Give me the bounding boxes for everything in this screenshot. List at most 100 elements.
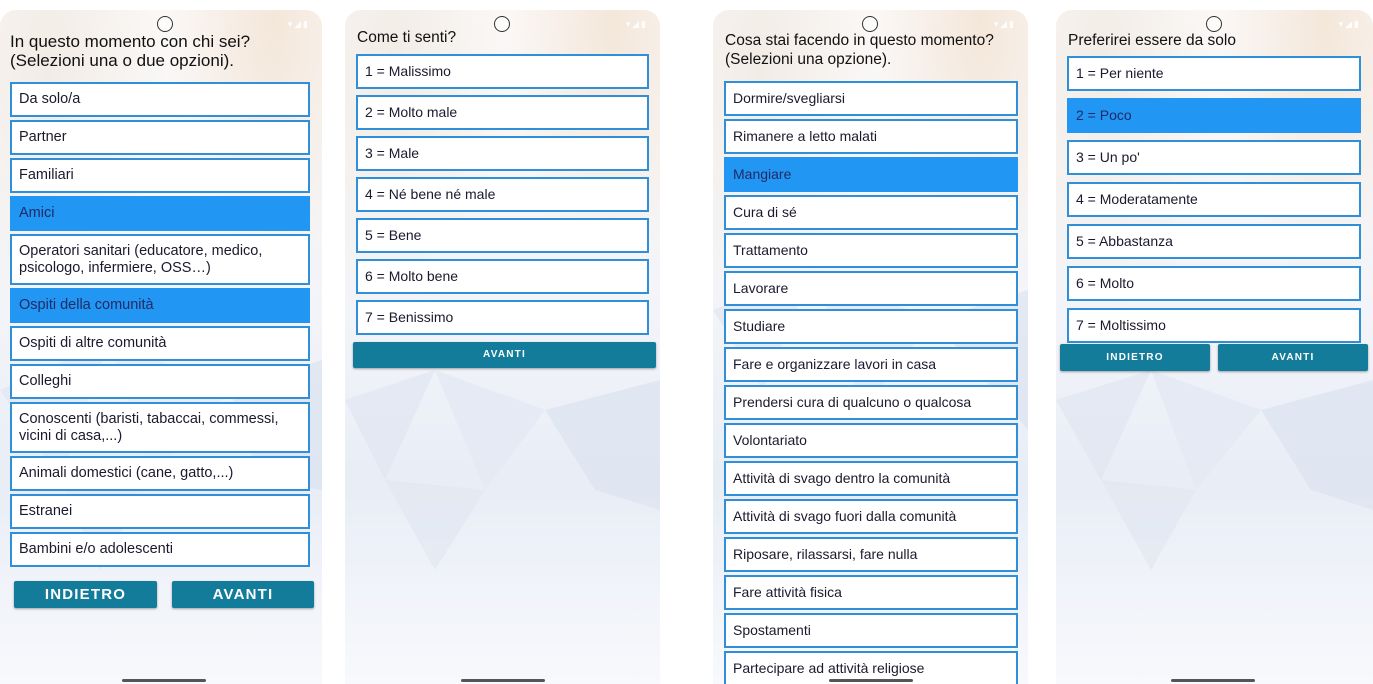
option-label: 1 = Per niente <box>1076 65 1164 81</box>
home-indicator[interactable] <box>1171 679 1255 682</box>
screen-what-are-you-doing: ▾◢▮ Cosa stai facendo in questo momento?… <box>713 10 1028 684</box>
option-4[interactable]: 4 = Né bene né male <box>356 177 649 212</box>
option-sick-in-bed[interactable]: Rimanere a letto malati <box>724 119 1018 154</box>
option-list: Da solo/a Partner Familiari Amici Operat… <box>10 82 310 570</box>
next-button[interactable]: AVANTI <box>353 342 656 368</box>
option-resting[interactable]: Riposare, rilassarsi, fare nulla <box>724 537 1018 572</box>
option-label: Colleghi <box>19 373 72 389</box>
option-list: 1 = Malissimo 2 = Molto male 3 = Male 4 … <box>356 54 649 341</box>
option-label: 4 = Moderatamente <box>1076 191 1198 207</box>
option-friends[interactable]: Amici <box>10 196 310 231</box>
option-label: 7 = Benissimo <box>365 309 454 325</box>
option-1[interactable]: 1 = Malissimo <box>356 54 649 89</box>
option-label: Volontariato <box>733 432 807 448</box>
option-housework[interactable]: Fare e organizzare lavori in casa <box>724 347 1018 382</box>
option-label: 3 = Un po' <box>1076 149 1140 165</box>
option-pets[interactable]: Animali domestici (cane, gatto,...) <box>10 456 310 491</box>
option-label: 4 = Né bene né male <box>365 186 496 202</box>
question-text: In questo momento con chi sei? (Selezion… <box>10 32 251 70</box>
home-indicator[interactable] <box>461 679 545 682</box>
option-family[interactable]: Familiari <box>10 158 310 193</box>
option-strangers[interactable]: Estranei <box>10 494 310 529</box>
status-bar-icons: ▾◢▮ <box>993 19 1016 29</box>
screen-how-do-you-feel: ▾◢▮ Come ti senti? 1 = Malissimo 2 = Mol… <box>345 10 660 684</box>
question-text: Preferirei essere da solo <box>1068 32 1236 49</box>
option-label: Prendersi cura di qualcuno o qualcosa <box>733 394 972 410</box>
status-bar-icons: ▾◢▮ <box>287 19 310 29</box>
option-caring[interactable]: Prendersi cura di qualcuno o qualcosa <box>724 385 1018 420</box>
option-label: 1 = Malissimo <box>365 63 451 79</box>
screen-who-are-you-with: ▾◢▮ In questo momento con chi sei? (Sele… <box>0 10 322 684</box>
option-label: Lavorare <box>733 280 789 296</box>
option-sleeping[interactable]: Dormire/svegliarsi <box>724 81 1018 116</box>
option-label: Rimanere a letto malati <box>733 128 877 144</box>
option-2[interactable]: 2 = Poco <box>1067 98 1361 133</box>
option-4[interactable]: 4 = Moderatamente <box>1067 182 1361 217</box>
option-3[interactable]: 3 = Male <box>356 136 649 171</box>
option-label: Animali domestici (cane, gatto,...) <box>19 465 234 481</box>
option-other-community-guests[interactable]: Ospiti di altre comunità <box>10 326 310 361</box>
question-text: Come ti senti? <box>357 29 457 46</box>
option-list: 1 = Per niente 2 = Poco 3 = Un po' 4 = M… <box>1067 56 1361 350</box>
front-camera <box>862 16 878 32</box>
option-label: Estranei <box>19 503 73 519</box>
option-working[interactable]: Lavorare <box>724 271 1018 306</box>
back-button[interactable]: INDIETRO <box>14 581 157 608</box>
option-colleagues[interactable]: Colleghi <box>10 364 310 399</box>
option-acquaintances[interactable]: Conoscenti (baristi, tabaccai, commessi,… <box>10 402 310 453</box>
option-studying[interactable]: Studiare <box>724 309 1018 344</box>
option-label: Ospiti di altre comunità <box>19 335 167 351</box>
option-label: Fare e organizzare lavori in casa <box>733 356 937 372</box>
option-label: Cura di sé <box>733 204 797 220</box>
screen-prefer-alone: ▾◢▮ Preferirei essere da solo 1 = Per ni… <box>1056 10 1373 684</box>
option-5[interactable]: 5 = Abbastanza <box>1067 224 1361 259</box>
option-label: Ospiti della comunità <box>19 297 154 313</box>
option-label: 7 = Moltissimo <box>1076 317 1166 333</box>
option-label: Da solo/a <box>19 91 81 107</box>
option-label: Conoscenti (baristi, tabaccai, commessi,… <box>19 410 279 444</box>
option-label: Attività di svago dentro la comunità <box>733 470 951 486</box>
option-label: Partecipare ad attività religiose <box>733 660 925 676</box>
option-label: 6 = Molto bene <box>365 268 459 284</box>
option-5[interactable]: 5 = Bene <box>356 218 649 253</box>
option-leisure-inside[interactable]: Attività di svago dentro la comunità <box>724 461 1018 496</box>
option-1[interactable]: 1 = Per niente <box>1067 56 1361 91</box>
option-7[interactable]: 7 = Moltissimo <box>1067 308 1361 343</box>
option-label: 2 = Poco <box>1076 107 1132 123</box>
option-label: Mangiare <box>733 166 792 182</box>
option-label: Spostamenti <box>733 622 811 638</box>
option-list: Dormire/svegliarsi Rimanere a letto mala… <box>724 81 1018 684</box>
option-3[interactable]: 3 = Un po' <box>1067 140 1361 175</box>
option-community-guests[interactable]: Ospiti della comunità <box>10 288 310 323</box>
option-partner[interactable]: Partner <box>10 120 310 155</box>
option-health-operators[interactable]: Operatori sanitari (educatore, medico, p… <box>10 234 310 285</box>
next-button[interactable]: AVANTI <box>172 581 314 608</box>
option-6[interactable]: 6 = Molto bene <box>356 259 649 294</box>
option-2[interactable]: 2 = Molto male <box>356 95 649 130</box>
option-children[interactable]: Bambini e/o adolescenti <box>10 532 310 567</box>
option-volunteering[interactable]: Volontariato <box>724 423 1018 458</box>
option-label: Trattamento <box>733 242 808 258</box>
option-eating[interactable]: Mangiare <box>724 157 1018 192</box>
option-self-care[interactable]: Cura di sé <box>724 195 1018 230</box>
back-button[interactable]: INDIETRO <box>1060 344 1210 371</box>
option-label: Operatori sanitari (educatore, medico, p… <box>19 242 263 276</box>
option-alone[interactable]: Da solo/a <box>10 82 310 117</box>
option-label: Studiare <box>733 318 786 334</box>
option-label: 3 = Male <box>365 145 420 161</box>
option-label: Dormire/svegliarsi <box>733 90 846 106</box>
home-indicator[interactable] <box>829 679 913 682</box>
option-label: 6 = Molto <box>1076 275 1134 291</box>
option-treatment[interactable]: Trattamento <box>724 233 1018 268</box>
status-bar-icons: ▾◢▮ <box>1338 19 1361 29</box>
option-6[interactable]: 6 = Molto <box>1067 266 1361 301</box>
front-camera <box>1206 16 1222 32</box>
option-leisure-outside[interactable]: Attività di svago fuori dalla comunità <box>724 499 1018 534</box>
option-commuting[interactable]: Spostamenti <box>724 613 1018 648</box>
option-physical-activity[interactable]: Fare attività fisica <box>724 575 1018 610</box>
option-label: 5 = Abbastanza <box>1076 233 1173 249</box>
next-button[interactable]: AVANTI <box>1218 344 1368 371</box>
option-7[interactable]: 7 = Benissimo <box>356 300 649 335</box>
question-text: Cosa stai facendo in questo momento? (Se… <box>725 32 994 68</box>
home-indicator[interactable] <box>122 679 206 682</box>
